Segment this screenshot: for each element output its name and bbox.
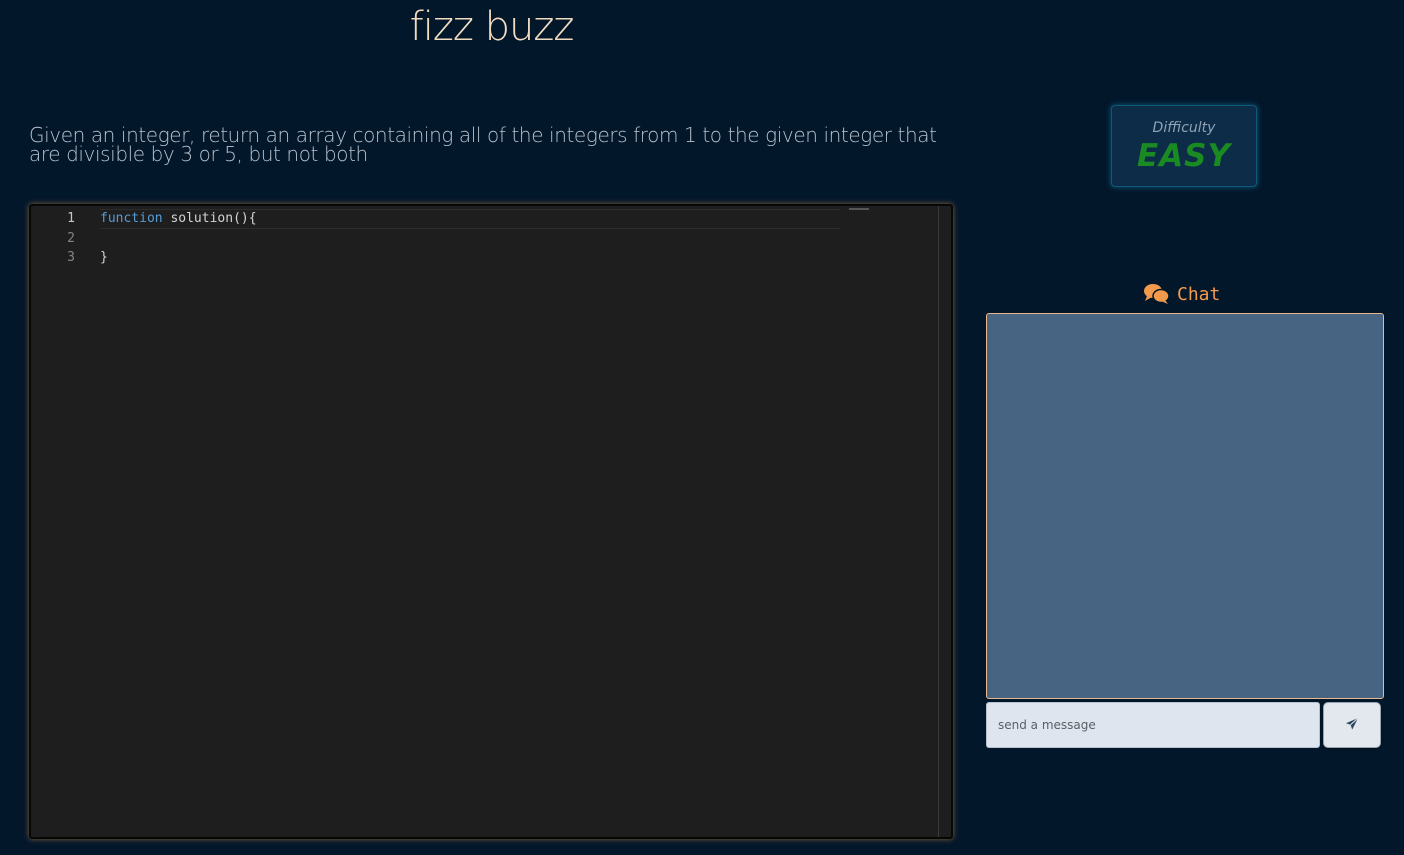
code-line[interactable]: function solution(){ [100, 209, 840, 229]
difficulty-badge: Difficulty EASY [1111, 105, 1257, 187]
code-keyword: function [100, 211, 163, 226]
minimap[interactable] [849, 208, 869, 210]
line-number-gutter: 1 2 3 [31, 209, 77, 268]
chat-title: Chat [1177, 283, 1221, 305]
chat-messages[interactable] [986, 313, 1384, 699]
difficulty-value: EASY [1137, 138, 1231, 174]
code-line[interactable]: } [100, 248, 840, 268]
send-button[interactable] [1323, 702, 1381, 748]
code-text: solution(){ [162, 211, 257, 226]
line-number: 3 [67, 250, 75, 265]
difficulty-label: Difficulty [1152, 120, 1216, 136]
code-area[interactable]: function solution(){ } [100, 209, 840, 268]
code-text: } [100, 250, 108, 265]
comments-icon [1143, 282, 1171, 306]
editor-scrollbar[interactable] [938, 206, 939, 837]
code-editor[interactable]: 1 2 3 function solution(){ } [29, 204, 953, 839]
code-line[interactable] [100, 229, 840, 249]
chat-header: Chat [1143, 282, 1220, 306]
line-number: 2 [67, 230, 75, 246]
message-input[interactable] [986, 702, 1320, 748]
paper-plane-icon [1345, 717, 1359, 734]
problem-prompt: Given an integer, return an array contai… [29, 123, 937, 166]
problem-title: fizz buzz [409, 4, 575, 50]
line-number: 1 [67, 211, 75, 226]
